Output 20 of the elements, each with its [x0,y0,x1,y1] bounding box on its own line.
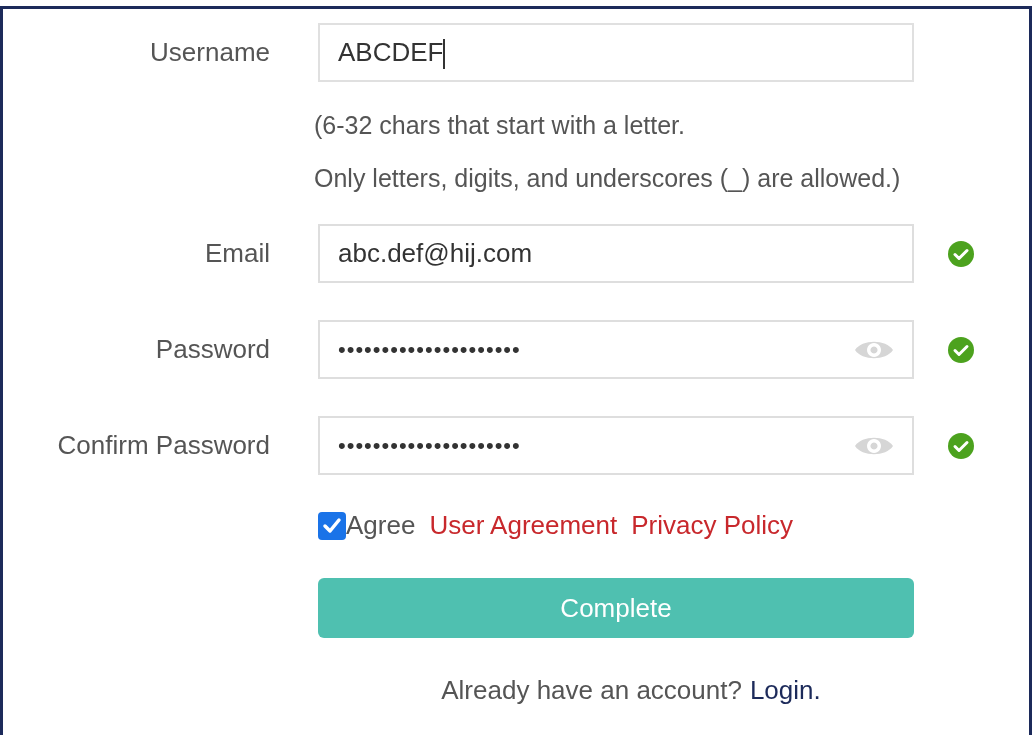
input-field[interactable]: ••••••••••••••••••••• [318,320,914,379]
hint-text: (6-32 chars that start with a letter. [314,110,686,141]
login-prompt: Already have an account? [441,674,742,707]
policy-link[interactable]: Privacy Policy [631,506,794,545]
field-label: Email [204,237,270,270]
field-label: Password [154,333,270,366]
hint-text: Only letters, digits, and underscores (_) are allowed.) [314,162,902,194]
field-value: ••••••••••••••••••••• [338,432,522,460]
field-value: ••••••••••••••••••••• [338,336,522,364]
login-link[interactable]: Login. [749,671,821,710]
field-label: Confirm Password [56,429,270,462]
field-value: abc.def@hij.com [338,237,534,270]
input-field[interactable]: abc.def@hij.com [318,224,914,283]
agree-checkbox[interactable] [318,511,346,540]
field-value: ABCDEF [338,33,894,72]
field-label: Username [149,36,270,69]
policy-link[interactable]: User Agreement [429,506,618,545]
input-field[interactable]: ••••••••••••••••••••• [318,416,914,475]
agree-label: Agree [346,509,416,542]
input-field[interactable]: ABCDEF [318,23,914,82]
